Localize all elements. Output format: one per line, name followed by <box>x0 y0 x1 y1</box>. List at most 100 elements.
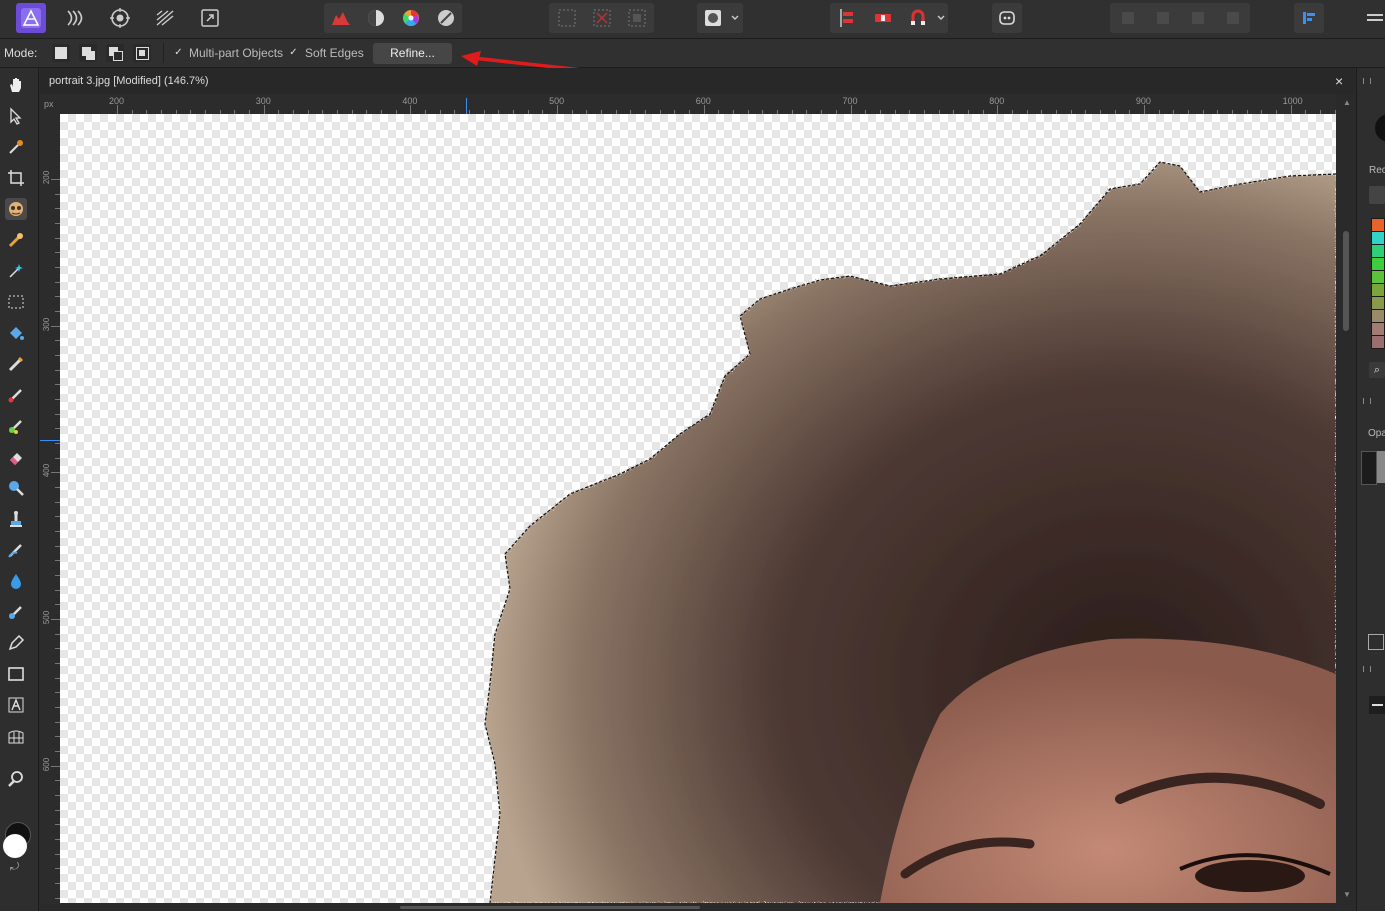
align-icon[interactable] <box>833 3 863 33</box>
primary-color-swatch[interactable] <box>3 834 27 858</box>
color-swatch[interactable] <box>1371 231 1385 245</box>
persona-export-icon[interactable] <box>195 3 225 33</box>
mode-new-button[interactable] <box>52 44 70 62</box>
dodge-icon[interactable] <box>5 477 27 499</box>
color-swatch[interactable] <box>1371 218 1385 232</box>
color-swatch[interactable] <box>1371 283 1385 297</box>
color-swatch[interactable] <box>1371 309 1385 323</box>
mode-add-button[interactable] <box>79 44 97 62</box>
text-icon[interactable] <box>5 694 27 716</box>
arrange-4-icon[interactable] <box>1218 3 1248 33</box>
fill-icon[interactable] <box>5 322 27 344</box>
white-balance-icon[interactable] <box>431 3 461 33</box>
healing-icon[interactable] <box>5 601 27 623</box>
ruler-tick-mark <box>51 472 60 474</box>
refine-button[interactable]: Refine... <box>373 43 452 64</box>
snapping-icon[interactable] <box>903 3 933 33</box>
ruler-tick-mark <box>117 105 118 114</box>
multipart-checkbox[interactable]: ✓ <box>173 47 184 58</box>
pixel-icon[interactable] <box>5 384 27 406</box>
chevron-down-icon[interactable] <box>728 3 742 33</box>
ruler-vertical: 200 300 400 500 600 <box>40 114 61 904</box>
paint-mixer-icon[interactable] <box>5 415 27 437</box>
rectangle-icon[interactable] <box>5 663 27 685</box>
scrollbar-thumb[interactable] <box>1343 231 1349 331</box>
snap-toggle-icon[interactable] <box>868 3 898 33</box>
ruler-tick-mark <box>1143 105 1145 114</box>
color-swatch[interactable] <box>1371 270 1385 284</box>
ruler-tick-mark <box>410 105 412 114</box>
ruler-tick-label: 300 <box>42 317 52 331</box>
selection-brush-icon[interactable] <box>5 198 27 220</box>
tools-panel: ⤾ <box>0 68 39 911</box>
persona-tone-mapping-icon[interactable] <box>150 3 180 33</box>
ruler-tick-mark <box>850 105 852 114</box>
color-swatch[interactable] <box>1371 335 1385 349</box>
panel-grip-icon[interactable] <box>1363 666 1371 672</box>
panel-grip-icon[interactable] <box>1363 78 1371 84</box>
main-toolbar <box>0 0 1385 39</box>
mode-subtract-button[interactable] <box>106 44 124 62</box>
color-swatch[interactable] <box>1371 244 1385 258</box>
selection-mode-icon[interactable] <box>622 3 652 33</box>
erase-icon[interactable] <box>5 446 27 468</box>
auto-levels-icon[interactable] <box>361 3 391 33</box>
crop-icon[interactable] <box>5 167 27 189</box>
arrange-2-icon[interactable] <box>1148 3 1178 33</box>
smudge-icon[interactable] <box>5 539 27 561</box>
search-icon[interactable]: ⌕ <box>1369 362 1385 378</box>
mask-icon[interactable] <box>698 3 728 33</box>
panel-toggle-icon[interactable] <box>1294 3 1324 33</box>
chevron-down-icon[interactable] <box>934 3 948 33</box>
ruler-tick-mark <box>51 619 60 621</box>
scroll-up-icon[interactable]: ▲ <box>1343 98 1351 107</box>
layers-stack-icon[interactable] <box>1368 634 1384 650</box>
ruler-unit: px <box>44 99 54 109</box>
scrollbar-thumb[interactable] <box>400 906 700 909</box>
persona-liquify-icon[interactable] <box>60 3 90 33</box>
ruler-cursor-marker <box>40 440 60 441</box>
scroll-down-icon[interactable]: ▼ <box>1343 890 1351 899</box>
panel-grip-icon[interactable] <box>1363 398 1371 404</box>
vertical-scrollbar[interactable]: ▲ ▼ <box>1337 95 1355 903</box>
color-wheel-icon[interactable] <box>396 3 426 33</box>
quick-mask-clear-icon[interactable] <box>587 3 617 33</box>
clone-icon[interactable] <box>5 508 27 530</box>
document-title: portrait 3.jpg [Modified] (146.7%) <box>49 75 209 87</box>
pen-icon[interactable] <box>5 632 27 654</box>
ruler-tick-mark <box>51 179 60 180</box>
blur-icon[interactable] <box>5 570 27 592</box>
persona-develop-icon[interactable] <box>105 3 135 33</box>
flood-select-icon[interactable] <box>5 229 27 251</box>
layer-thumbnail[interactable] <box>1361 451 1377 485</box>
panel-more-icon[interactable] <box>1360 3 1385 33</box>
soft-edges-checkbox[interactable]: ✓ <box>288 47 299 58</box>
color-swatch[interactable] <box>1371 322 1385 336</box>
document-tab[interactable]: portrait 3.jpg [Modified] (146.7%) × <box>40 68 1355 94</box>
color-swatch[interactable] <box>1371 257 1385 271</box>
paint-brush-icon[interactable] <box>5 353 27 375</box>
arrange-1-icon[interactable] <box>1113 3 1143 33</box>
eyedropper-icon[interactable] <box>1369 186 1385 204</box>
arrange-3-icon[interactable] <box>1183 3 1213 33</box>
zoom-icon[interactable] <box>5 768 27 790</box>
hand-icon[interactable] <box>5 74 27 96</box>
color-picker-wheel[interactable] <box>1375 114 1385 142</box>
quick-mask-off-icon[interactable] <box>552 3 582 33</box>
mesh-warp-icon[interactable] <box>5 725 27 747</box>
horizontal-scrollbar[interactable] <box>40 904 1336 911</box>
move-icon[interactable] <box>5 105 27 127</box>
assistant-icon[interactable] <box>992 3 1022 33</box>
freehand-select-icon[interactable] <box>5 260 27 282</box>
mode-intersect-button[interactable] <box>133 44 151 62</box>
persona-photo-icon[interactable] <box>16 3 46 33</box>
minus-button[interactable] <box>1369 696 1385 714</box>
canvas[interactable] <box>60 114 1336 903</box>
swap-colors-icon[interactable]: ⤾ <box>10 861 19 874</box>
layer-thumbnail-preview[interactable] <box>1377 451 1385 483</box>
color-swatch[interactable] <box>1371 296 1385 310</box>
marquee-icon[interactable] <box>5 291 27 313</box>
histogram-icon[interactable] <box>326 3 356 33</box>
close-icon[interactable]: × <box>1335 73 1343 89</box>
color-picker-icon[interactable] <box>5 136 27 158</box>
